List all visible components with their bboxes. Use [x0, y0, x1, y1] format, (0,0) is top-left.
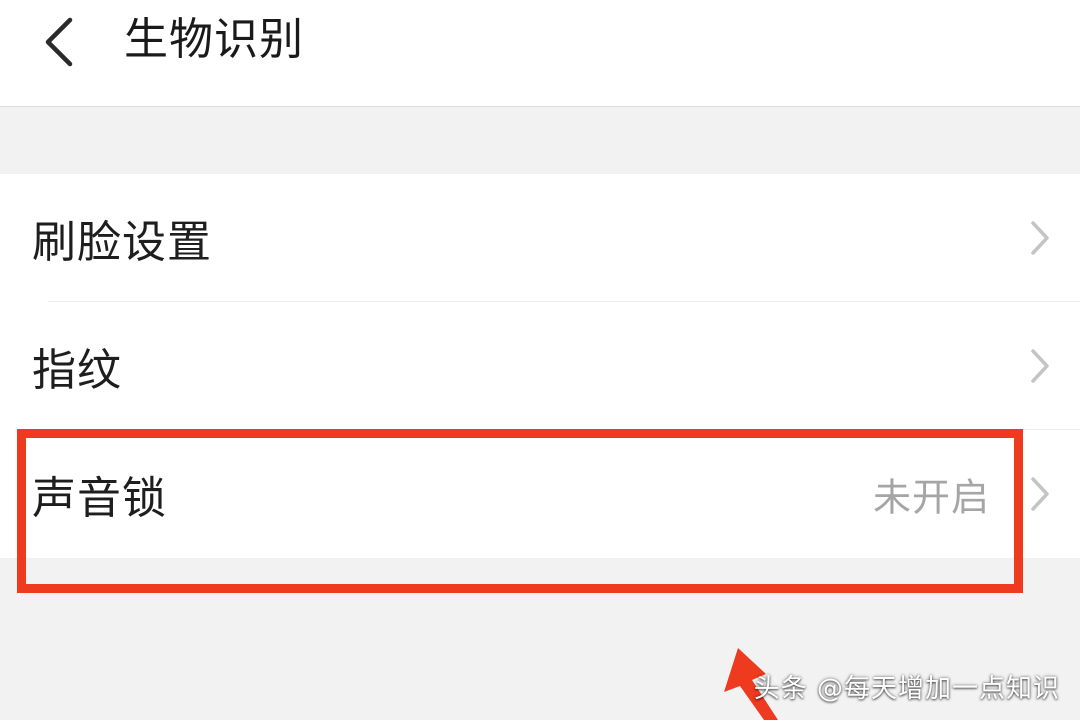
page-title: 生物识别	[124, 14, 304, 65]
watermark: 头条 @每天增加一点知识	[753, 674, 1060, 704]
list-item-fingerprint[interactable]: 指纹	[0, 302, 1080, 430]
status-value: 未开启	[872, 475, 990, 520]
chevron-right-icon	[1026, 346, 1054, 386]
settings-screen: 生物识别 刷脸设置 指纹 声音锁 未开启 头条 @每天增加一点知识	[0, 0, 1080, 720]
chevron-right-icon	[1026, 218, 1054, 258]
top-bar: 生物识别	[0, 0, 1080, 107]
chevron-right-icon	[1026, 474, 1054, 514]
list-item-voice-lock[interactable]: 声音锁 未开启	[0, 430, 1080, 558]
list-item-face-setting[interactable]: 刷脸设置	[0, 174, 1080, 302]
list-item-label: 刷脸设置	[32, 217, 212, 268]
biometric-settings-list: 刷脸设置 指纹 声音锁 未开启	[0, 174, 1080, 558]
list-item-label: 声音锁	[32, 473, 167, 524]
chevron-left-icon	[45, 17, 73, 67]
list-item-label: 指纹	[32, 345, 122, 396]
back-button[interactable]	[26, 4, 98, 76]
